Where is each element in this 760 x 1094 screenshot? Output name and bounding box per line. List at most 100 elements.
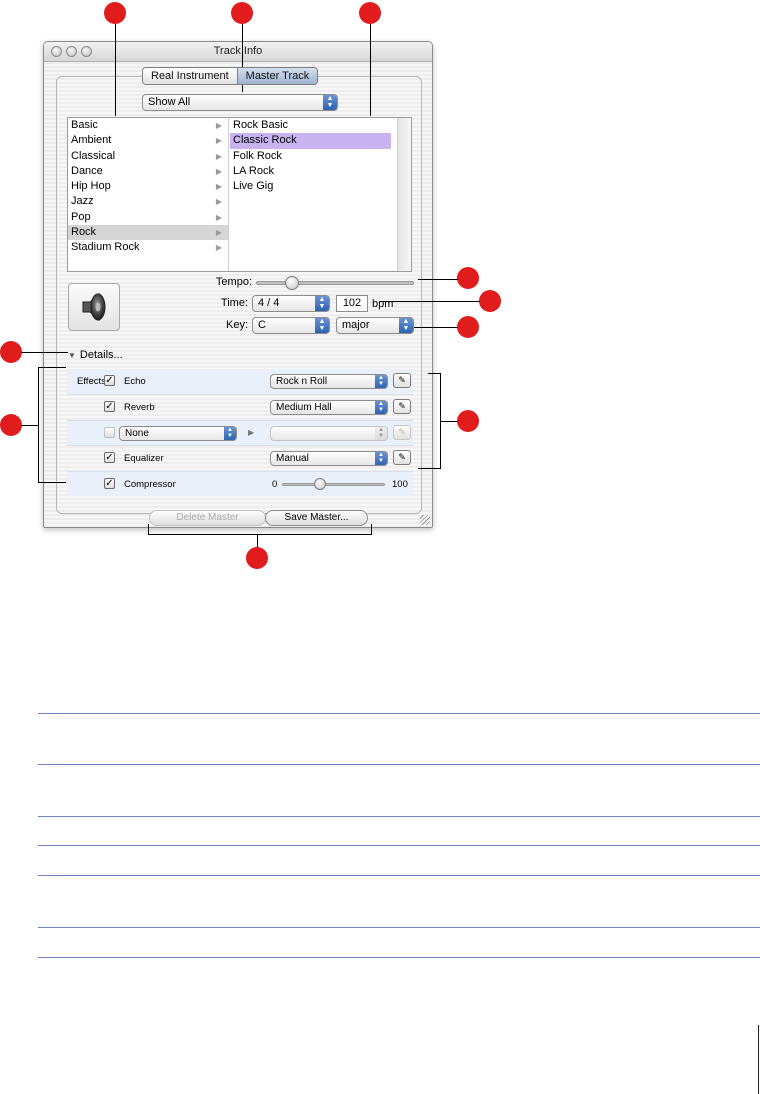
category-item-label: Jazz <box>71 195 94 208</box>
time-signature-popup[interactable]: 4 / 4 ▲ ▼ <box>252 295 330 312</box>
pencil-icon: ✎ <box>398 452 406 463</box>
callout-bracket <box>38 367 39 483</box>
reverb-preset-value: Medium Hall <box>276 402 332 414</box>
table-rule <box>38 845 760 846</box>
preset-item[interactable]: Folk Rock <box>230 149 391 164</box>
compressor-slider-knob[interactable] <box>314 477 327 490</box>
echo-edit-button[interactable]: ✎ <box>393 373 411 388</box>
preset-item[interactable]: Live Gig <box>230 179 391 194</box>
effect-name: Equalizer <box>124 453 164 465</box>
preset-item[interactable]: LA Rock <box>230 164 391 179</box>
extra-effect-checkbox[interactable] <box>104 426 115 438</box>
track-type-tabs: Real Instrument Master Track <box>142 67 319 85</box>
pencil-icon: ✎ <box>398 426 406 437</box>
key-note-popup[interactable]: C ▲ ▼ <box>252 317 330 334</box>
category-item[interactable]: Jazz ▶ <box>68 194 228 209</box>
compressor-checkbox[interactable]: ✓ <box>104 477 115 489</box>
effect-row-none: None ▲ ▼ ▶ ▲ ▼ ✎ <box>67 419 413 446</box>
popup-arrows-icon: ▲ ▼ <box>323 95 337 110</box>
show-all-popup-value: Show All <box>148 96 191 108</box>
submenu-arrow-icon: ▶ <box>215 121 222 130</box>
submenu-arrow-icon: ▶ <box>215 243 222 253</box>
disclosure-arrow-icon: ▶ <box>248 427 255 437</box>
effect-row-compressor: ✓ Compressor 0 100 <box>67 470 413 496</box>
effect-name: Reverb <box>124 402 155 414</box>
popup-arrows-icon: ▲ ▼ <box>399 318 413 333</box>
category-item-label: Dance <box>71 164 103 177</box>
echo-preset-popup[interactable]: Rock n Roll ▲ ▼ <box>270 374 388 389</box>
echo-checkbox[interactable]: ✓ <box>104 375 115 386</box>
preset-item-label: LA Rock <box>233 164 274 177</box>
category-item[interactable]: Rock ▶ <box>68 225 228 241</box>
key-label: Key: <box>225 319 248 331</box>
key-mode-value: major <box>342 319 370 331</box>
submenu-arrow-icon: ▶ <box>215 197 222 207</box>
tempo-slider-track[interactable] <box>256 281 414 285</box>
category-item-label: Classical <box>71 149 116 162</box>
callout-leader <box>115 24 116 116</box>
popup-arrows-icon: ▲ ▼ <box>375 452 387 466</box>
key-note-value: C <box>258 319 266 331</box>
category-item[interactable]: Hip Hop ▶ <box>68 179 228 194</box>
extra-effect-popup[interactable]: None ▲ ▼ <box>119 425 237 441</box>
preset-item[interactable]: Rock Basic <box>230 118 391 133</box>
category-item[interactable]: Dance ▶ <box>68 164 228 179</box>
tempo-bpm-field[interactable]: 102 <box>336 295 368 312</box>
category-item-label: Ambient <box>71 134 112 147</box>
tab-real-instrument[interactable]: Real Instrument <box>143 68 237 84</box>
callout-marker <box>359 2 381 24</box>
disclosure-triangle-icon: ▼ <box>68 351 76 360</box>
callout-marker <box>457 410 479 432</box>
popup-arrows-icon: ▲ ▼ <box>315 318 329 333</box>
preset-item-label: Rock Basic <box>233 119 289 131</box>
compressor-max-label: 100 <box>392 478 408 490</box>
save-master-button[interactable]: Save Master... <box>265 510 368 526</box>
effect-row-echo: Effects: ✓ Echo Rock n Roll ▲ ▼ ✎ <box>67 369 413 395</box>
tempo-label: Tempo: <box>215 276 252 288</box>
equalizer-checkbox[interactable]: ✓ <box>104 452 115 464</box>
preset-column: Rock Basic Classic Rock Folk Rock LA Rock Li… <box>230 118 391 271</box>
show-all-popup[interactable]: Show All ▲ ▼ <box>142 94 338 111</box>
master-track-icon-well[interactable] <box>68 283 120 331</box>
popup-arrows-icon: ▲ ▼ <box>315 296 329 311</box>
category-item[interactable]: Pop ▶ <box>68 210 228 225</box>
category-item[interactable]: Classical ▶ <box>68 149 228 164</box>
reverb-preset-popup[interactable]: Medium Hall ▲ ▼ <box>270 400 388 416</box>
pencil-icon: ✎ <box>398 375 406 385</box>
reverb-checkbox[interactable]: ✓ <box>104 401 115 413</box>
reverb-edit-button[interactable]: ✎ <box>393 399 411 415</box>
preset-item[interactable]: Classic Rock <box>230 133 391 149</box>
key-mode-popup[interactable]: major ▲ ▼ <box>336 317 414 334</box>
callout-leader <box>21 352 68 353</box>
popup-arrows-icon: ▲ ▼ <box>375 426 387 440</box>
popup-arrows-icon: ▲ ▼ <box>224 426 236 440</box>
title-bar[interactable]: Track Info <box>44 42 432 62</box>
callout-marker <box>0 414 22 436</box>
table-rule <box>38 875 760 876</box>
extra-effect-edit-button: ✎ <box>393 424 411 440</box>
callout-leader <box>370 24 371 116</box>
preset-item-label: Classic Rock <box>233 134 297 147</box>
time-signature-value: 4 / 4 <box>258 297 280 309</box>
category-item[interactable]: Ambient ▶ <box>68 133 228 148</box>
callout-bracket <box>418 468 440 469</box>
callout-leader <box>21 425 38 426</box>
callout-marker <box>457 267 479 289</box>
callout-marker <box>231 2 253 24</box>
preset-item-label: Live Gig <box>233 180 274 193</box>
callout-leader <box>257 534 258 548</box>
resize-grip-icon[interactable] <box>420 515 430 525</box>
details-disclosure[interactable]: ▼ Details... <box>68 349 123 361</box>
category-item[interactable]: Stadium Rock ▶ <box>68 240 228 255</box>
popup-arrows-icon: ▲ ▼ <box>375 401 387 415</box>
details-label: Details... <box>79 349 123 361</box>
delete-master-button: Delete Master <box>149 510 266 526</box>
equalizer-edit-button[interactable]: ✎ <box>393 450 411 466</box>
equalizer-preset-popup[interactable]: Manual ▲ ▼ <box>270 451 388 467</box>
preset-scrollbar[interactable] <box>397 118 411 271</box>
category-item[interactable]: Basic ▶ <box>68 118 228 133</box>
compressor-slider-track[interactable] <box>282 482 385 486</box>
tab-master-track[interactable]: Master Track <box>236 68 318 84</box>
category-column: Basic ▶ Ambient ▶ Classical ▶ Dance ▶ Hip Hop ▶ Ja… <box>68 118 229 271</box>
extra-effect-preset-popup: ▲ ▼ <box>270 425 388 441</box>
